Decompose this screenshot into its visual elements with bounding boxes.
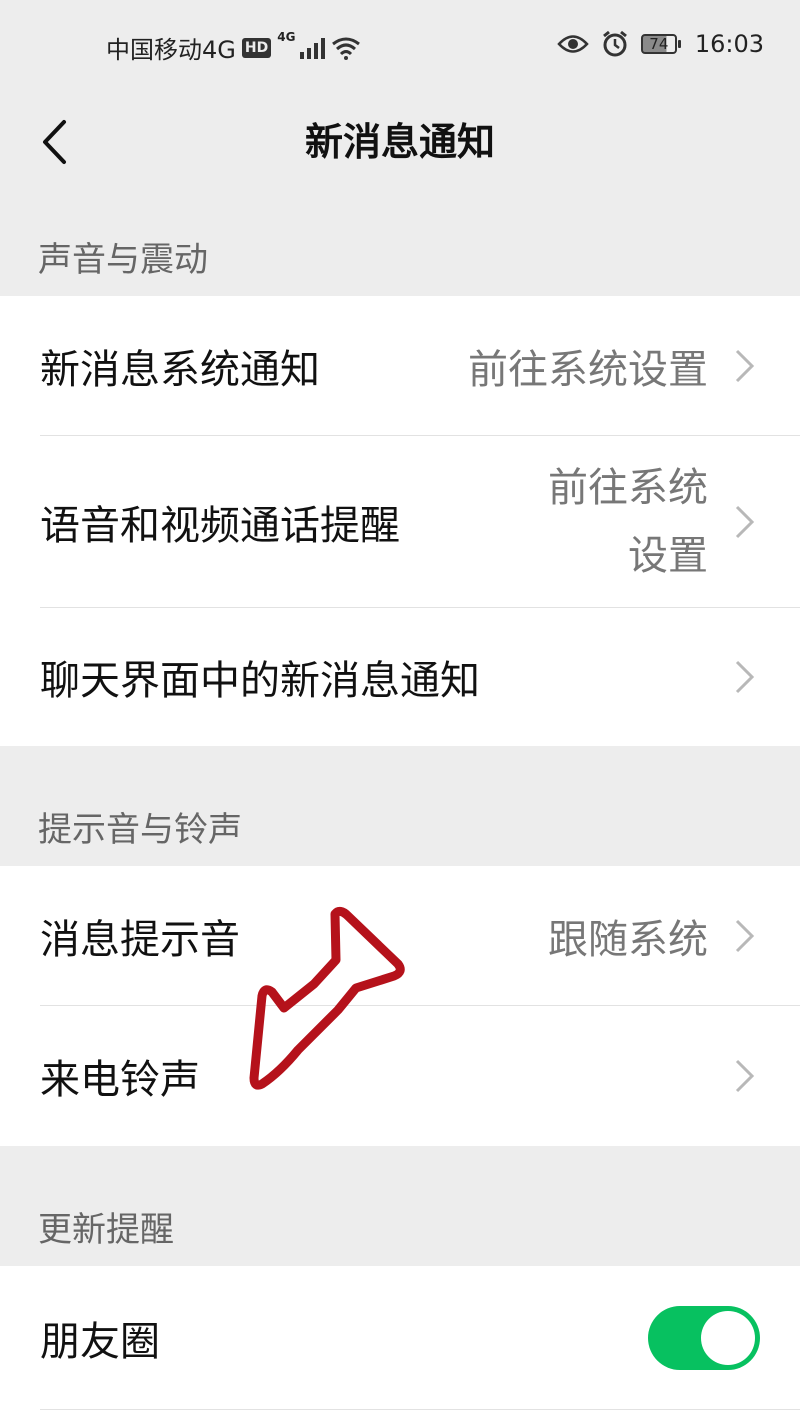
section-header-sound-vibration: 声音与震动 — [38, 240, 208, 280]
chevron-right-icon — [735, 660, 755, 694]
section-header-tones-ringtones: 提示音与铃声 — [38, 810, 242, 850]
moments-toggle[interactable] — [648, 1306, 760, 1370]
row-label: 新消息系统通知 — [40, 347, 320, 393]
row-label: 来电铃声 — [40, 1057, 200, 1103]
chevron-right-icon — [735, 1059, 755, 1093]
hd-badge: HD — [241, 37, 272, 58]
settings-row-call-reminder[interactable]: 语音和视频通话提醒 前往系统设置 — [0, 436, 800, 608]
status-bar: 中国移动4G HD 4G 74 16:03 — [0, 0, 800, 96]
row-label: 语音和视频通话提醒 — [40, 503, 400, 549]
battery-level: 74 — [649, 35, 669, 53]
settings-group-sound-vibration: 新消息系统通知 前往系统设置 语音和视频通话提醒 前往系统设置 聊天界面中的新消… — [0, 296, 800, 746]
chevron-right-icon — [735, 349, 755, 383]
settings-row-moments: 朋友圈 — [0, 1266, 800, 1410]
row-value: 前往系统设置 — [548, 465, 708, 579]
settings-group-update-reminders: 朋友圈 — [0, 1266, 800, 1422]
eye-icon — [557, 35, 589, 53]
chevron-right-icon — [735, 505, 755, 539]
row-value: 前往系统设置 — [468, 347, 708, 393]
signal-icon — [300, 37, 326, 59]
settings-row-system-notification[interactable]: 新消息系统通知 前往系统设置 — [0, 296, 800, 436]
settings-row-in-chat-notification[interactable]: 聊天界面中的新消息通知 — [0, 608, 800, 746]
toggle-knob — [701, 1311, 755, 1365]
chevron-right-icon — [735, 919, 755, 953]
navigation-bar: 新消息通知 — [0, 96, 800, 188]
carrier-label: 中国移动4G — [106, 36, 236, 64]
row-value: 跟随系统 — [548, 917, 708, 963]
battery-icon: 74 — [640, 34, 681, 54]
network-type-label: 4G — [277, 30, 296, 44]
alarm-icon — [602, 30, 627, 57]
status-right: 74 16:03 — [557, 30, 764, 58]
status-left: 中国移动4G HD 4G — [106, 30, 361, 65]
page-title: 新消息通知 — [304, 120, 495, 164]
row-label: 消息提示音 — [40, 917, 240, 963]
annotation-arrow-icon — [249, 906, 405, 1090]
section-header-update-reminders: 更新提醒 — [38, 1210, 174, 1250]
row-label: 聊天界面中的新消息通知 — [40, 658, 480, 704]
row-label: 朋友圈 — [40, 1319, 160, 1365]
clock-time: 16:03 — [694, 30, 764, 58]
wifi-icon — [332, 37, 361, 60]
divider — [40, 1409, 800, 1410]
